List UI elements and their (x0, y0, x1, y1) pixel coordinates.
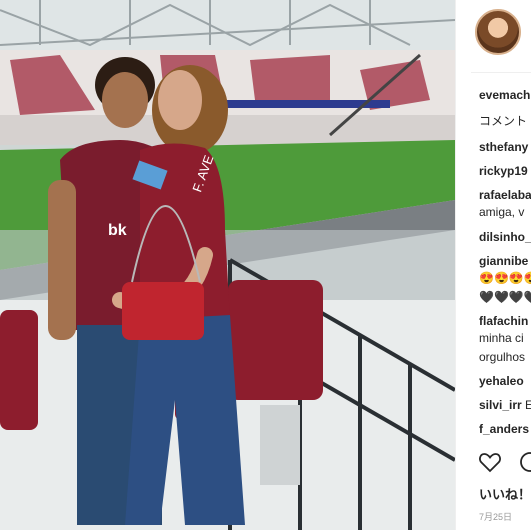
likes-label[interactable]: いいね！ (479, 484, 531, 503)
comment-user[interactable]: flafachin (479, 314, 528, 328)
avatar[interactable] (475, 9, 521, 55)
comment-text: 🖤🖤🖤🖤 (479, 290, 531, 304)
comment-text: minha ci (479, 331, 524, 345)
comment-user[interactable]: rickyp19 (479, 164, 528, 178)
comment-user[interactable]: sthefany (479, 140, 528, 154)
comment-item: silvi_irr E (479, 398, 531, 412)
comment-item: yehaleo (479, 374, 524, 388)
comment-item: f_anders (479, 422, 529, 436)
jersey-sponsor: bk (108, 222, 127, 239)
comment-user[interactable]: f_anders (479, 422, 529, 436)
comment-user[interactable]: rafaelaba (479, 188, 531, 202)
comment-item: dilsinho_ (479, 230, 531, 244)
post-photo[interactable]: F. AVE bk (0, 0, 455, 530)
comment-text: E (525, 398, 531, 412)
comment-user[interactable]: giannibe (479, 254, 528, 268)
comment-item: giannibe 😍😍😍😍 (479, 254, 531, 285)
comment-item: rickyp19 (479, 164, 528, 178)
heart-icon[interactable] (478, 450, 502, 474)
comment-item: sthefany (479, 140, 528, 154)
caption-label: コメント (479, 114, 528, 128)
post-username[interactable]: evemach (479, 88, 530, 102)
comment-user[interactable]: dilsinho_ (479, 230, 531, 244)
stadium-photo: F. AVE bk (0, 0, 455, 530)
comment-user[interactable]: yehaleo (479, 374, 524, 388)
comment-item: orgulhos (479, 350, 525, 364)
comment-item: 🖤🖤🖤🖤 (479, 290, 531, 304)
post-side-panel: evemach コメント sthefany rickyp19 rafaelaba… (455, 0, 531, 530)
comment-text: amiga, v (479, 205, 525, 219)
divider (471, 72, 531, 73)
comment-text: orgulhos (479, 350, 526, 364)
comment-item: flafachin minha ci (479, 314, 528, 345)
comment-icon[interactable] (518, 450, 531, 474)
post-date: 7月25日 (479, 512, 513, 522)
comment-text: 😍😍😍😍 (479, 271, 531, 285)
comment-user[interactable]: silvi_irr (479, 398, 522, 412)
comment-item: rafaelaba amiga, v (479, 188, 531, 219)
